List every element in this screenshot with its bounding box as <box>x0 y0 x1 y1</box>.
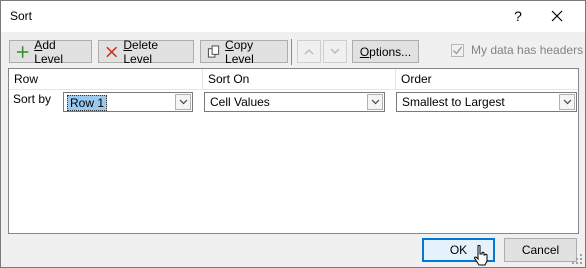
sort-on-select[interactable]: Cell Values <box>204 92 385 112</box>
chevron-down-icon <box>371 99 379 105</box>
sort-on-select-dropdown[interactable] <box>367 94 383 110</box>
copy-level-button[interactable]: Copy Level <box>200 37 288 66</box>
column-select[interactable]: Row 1 <box>63 92 193 112</box>
chevron-down-icon <box>330 48 340 54</box>
plus-icon <box>16 45 29 58</box>
headers-checkbox-group[interactable]: My data has headers <box>451 43 583 57</box>
column-header-sort-on: Sort On <box>203 69 396 90</box>
move-down-button[interactable] <box>323 40 347 63</box>
chevron-down-icon <box>563 99 571 105</box>
delete-level-button[interactable]: Delete Level <box>98 37 194 66</box>
headers-checkbox[interactable] <box>451 43 464 57</box>
add-level-button[interactable]: Add Level <box>9 37 92 66</box>
checkmark-icon <box>453 46 463 55</box>
column-header-row: Row <box>9 69 203 90</box>
column-select-value: Row 1 <box>67 95 108 111</box>
close-icon <box>551 10 563 22</box>
copy-icon <box>207 44 220 58</box>
delete-x-icon <box>106 46 117 57</box>
order-select-value: Smallest to Largest <box>402 95 505 109</box>
options-label: Options... <box>359 44 412 59</box>
sort-on-select-value: Cell Values <box>210 95 270 109</box>
chevron-up-icon <box>304 49 314 55</box>
toolbar-separator <box>291 39 292 65</box>
headers-checkbox-label: My data has headers <box>471 43 584 57</box>
cancel-button[interactable]: Cancel <box>504 238 577 262</box>
move-up-button[interactable] <box>297 40 321 63</box>
column-select-dropdown[interactable] <box>175 94 191 110</box>
window-title: Sort <box>10 9 33 23</box>
resize-grip-icon[interactable] <box>572 254 582 264</box>
add-level-label: Add Level <box>34 37 63 66</box>
title-bar[interactable]: Sort ? <box>1 1 585 32</box>
order-select-dropdown[interactable] <box>559 94 575 110</box>
copy-level-label: Copy Level <box>225 37 254 66</box>
chevron-down-icon <box>179 99 187 105</box>
order-select[interactable]: Smallest to Largest <box>396 92 577 112</box>
help-button[interactable]: ? <box>511 5 525 27</box>
mouse-pointer-icon <box>474 245 488 266</box>
sort-levels-grid: Row Sort On Order Sort by Row 1 Cell Val… <box>8 68 579 234</box>
close-button[interactable] <box>546 5 568 27</box>
options-button[interactable]: Options... <box>352 40 419 63</box>
sort-dialog: Sort ? Add Level Delete Level Copy Level… <box>0 0 586 268</box>
column-header-order: Order <box>396 69 578 90</box>
delete-level-label: Delete Level <box>123 37 159 66</box>
row-label-sort-by: Sort by <box>13 92 52 106</box>
